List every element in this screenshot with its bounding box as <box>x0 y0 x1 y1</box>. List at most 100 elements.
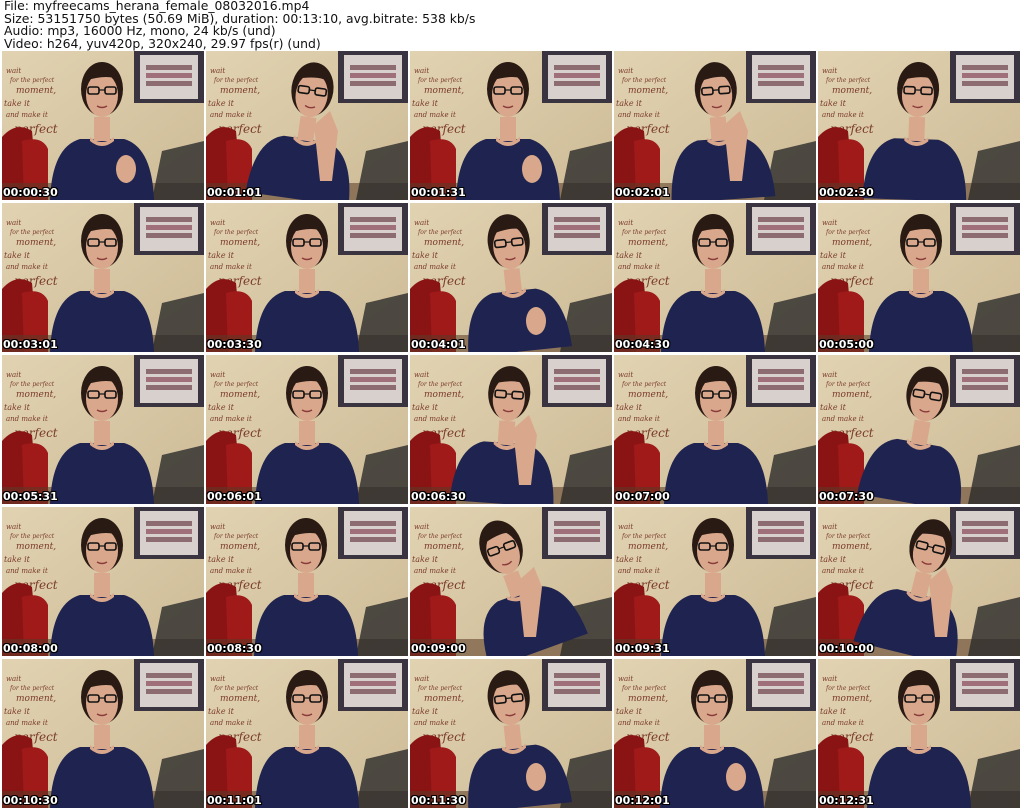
svg-text:moment,: moment, <box>424 238 464 248</box>
frame-timestamp: 00:10:00 <box>819 642 874 655</box>
svg-text:wait: wait <box>6 523 21 531</box>
frame-timestamp: 00:08:00 <box>3 642 58 655</box>
video-frame-thumbnail: wait for the perfect moment, take it and… <box>614 659 816 808</box>
svg-text:moment,: moment, <box>220 542 260 552</box>
frame-image: wait for the perfect moment, take it and… <box>614 355 816 504</box>
svg-text:wait: wait <box>822 675 837 683</box>
svg-text:wait: wait <box>414 67 429 75</box>
frame-timestamp: 00:03:30 <box>207 338 262 351</box>
video-frame-thumbnail: wait for the perfect moment, take it and… <box>2 51 204 200</box>
svg-text:take it: take it <box>4 555 31 564</box>
svg-text:for the perfect: for the perfect <box>213 77 259 84</box>
video-frame-thumbnail: wait for the perfect moment, take it and… <box>206 659 408 808</box>
svg-text:and make it: and make it <box>210 415 252 423</box>
svg-text:for the perfect: for the perfect <box>417 381 463 388</box>
frame-timestamp: 00:02:01 <box>615 186 670 199</box>
svg-text:wait: wait <box>414 675 429 683</box>
video-frame-thumbnail: wait for the perfect moment, take it and… <box>410 203 612 352</box>
frame-image: wait for the perfect moment, take it and… <box>410 355 612 504</box>
svg-text:for the perfect: for the perfect <box>621 685 667 692</box>
frame-image: wait for the perfect moment, take it and… <box>206 659 408 808</box>
frame-timestamp: 00:01:31 <box>411 186 466 199</box>
svg-text:moment,: moment, <box>832 542 872 552</box>
svg-text:and make it: and make it <box>618 719 660 727</box>
svg-text:moment,: moment, <box>16 238 56 248</box>
frame-timestamp: 00:10:30 <box>3 794 58 807</box>
svg-text:for the perfect: for the perfect <box>213 685 259 692</box>
svg-text:moment,: moment, <box>832 238 872 248</box>
svg-text:and make it: and make it <box>414 567 456 575</box>
svg-text:moment,: moment, <box>424 390 464 400</box>
frame-image: wait for the perfect moment, take it and… <box>2 507 204 656</box>
frame-timestamp: 00:04:01 <box>411 338 466 351</box>
frame-timestamp: 00:09:31 <box>615 642 670 655</box>
svg-text:take it: take it <box>208 99 235 108</box>
svg-text:wait: wait <box>414 371 429 379</box>
frame-timestamp: 00:07:30 <box>819 490 874 503</box>
svg-text:and make it: and make it <box>822 111 864 119</box>
frame-timestamp: 00:05:31 <box>3 490 58 503</box>
svg-text:moment,: moment, <box>628 542 668 552</box>
svg-text:wait: wait <box>618 675 633 683</box>
frame-image: wait for the perfect moment, take it and… <box>206 51 408 200</box>
svg-text:take it: take it <box>208 707 235 716</box>
svg-text:and make it: and make it <box>822 263 864 271</box>
video-frame-thumbnail: wait for the perfect moment, take it and… <box>614 203 816 352</box>
frame-image: wait for the perfect moment, take it and… <box>410 203 612 352</box>
svg-text:moment,: moment, <box>424 542 464 552</box>
svg-text:moment,: moment, <box>832 86 872 96</box>
frame-image: wait for the perfect moment, take it and… <box>614 51 816 200</box>
svg-text:moment,: moment, <box>628 86 668 96</box>
frame-image: wait for the perfect moment, take it and… <box>2 355 204 504</box>
svg-text:and make it: and make it <box>414 111 456 119</box>
svg-text:wait: wait <box>822 371 837 379</box>
svg-text:and make it: and make it <box>6 567 48 575</box>
svg-text:wait: wait <box>210 67 225 75</box>
frame-image: wait for the perfect moment, take it and… <box>2 203 204 352</box>
svg-text:for the perfect: for the perfect <box>417 77 463 84</box>
svg-text:moment,: moment, <box>220 86 260 96</box>
svg-text:for the perfect: for the perfect <box>417 533 463 540</box>
frame-timestamp: 00:04:30 <box>615 338 670 351</box>
video-frame-thumbnail: wait for the perfect moment, take it and… <box>818 659 1020 808</box>
video-frame-thumbnail: wait for the perfect moment, take it and… <box>2 355 204 504</box>
svg-text:for the perfect: for the perfect <box>825 685 871 692</box>
svg-text:for the perfect: for the perfect <box>825 229 871 236</box>
svg-text:and make it: and make it <box>210 263 252 271</box>
svg-text:wait: wait <box>618 67 633 75</box>
video-frame-thumbnail: wait for the perfect moment, take it and… <box>410 507 612 656</box>
svg-text:for the perfect: for the perfect <box>621 77 667 84</box>
svg-text:take it: take it <box>616 251 643 260</box>
svg-text:take it: take it <box>412 403 439 412</box>
svg-text:take it: take it <box>208 403 235 412</box>
video-frame-thumbnail: wait for the perfect moment, take it and… <box>818 507 1020 656</box>
frame-image: wait for the perfect moment, take it and… <box>410 659 612 808</box>
svg-text:wait: wait <box>210 523 225 531</box>
svg-text:take it: take it <box>616 707 643 716</box>
svg-text:take it: take it <box>208 251 235 260</box>
svg-text:and make it: and make it <box>414 415 456 423</box>
video-frame-thumbnail: wait for the perfect moment, take it and… <box>818 203 1020 352</box>
video-frame-thumbnail: wait for the perfect moment, take it and… <box>410 659 612 808</box>
file-info-header: File: myfreecams_herana_female_08032016.… <box>4 0 1020 50</box>
svg-text:for the perfect: for the perfect <box>825 381 871 388</box>
svg-text:moment,: moment, <box>832 390 872 400</box>
svg-text:for the perfect: for the perfect <box>213 533 259 540</box>
frame-timestamp: 00:08:30 <box>207 642 262 655</box>
svg-text:moment,: moment, <box>424 694 464 704</box>
svg-text:and make it: and make it <box>210 567 252 575</box>
svg-text:moment,: moment, <box>220 238 260 248</box>
video-frame-thumbnail: wait for the perfect moment, take it and… <box>2 659 204 808</box>
svg-text:wait: wait <box>618 371 633 379</box>
svg-text:take it: take it <box>616 99 643 108</box>
frame-image: wait for the perfect moment, take it and… <box>818 659 1020 808</box>
frame-image: wait for the perfect moment, take it and… <box>206 507 408 656</box>
svg-text:wait: wait <box>6 67 21 75</box>
svg-text:for the perfect: for the perfect <box>621 229 667 236</box>
frame-timestamp: 00:11:30 <box>411 794 466 807</box>
frame-timestamp: 00:11:01 <box>207 794 262 807</box>
svg-text:for the perfect: for the perfect <box>621 381 667 388</box>
svg-text:take it: take it <box>820 99 847 108</box>
svg-text:take it: take it <box>412 251 439 260</box>
svg-text:take it: take it <box>4 403 31 412</box>
